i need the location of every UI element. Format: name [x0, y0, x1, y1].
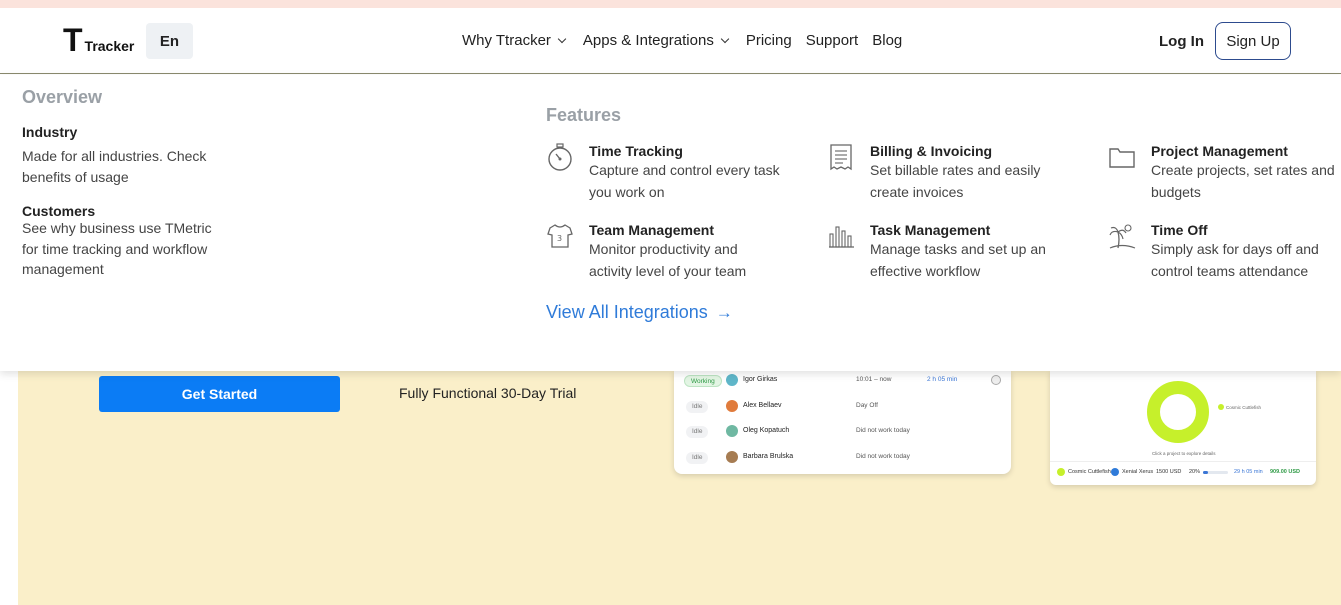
feature-name: Time Off [1151, 222, 1208, 238]
nav-blog[interactable]: Blog [872, 32, 902, 49]
duration: 29 h 05 min [1234, 469, 1263, 475]
site-header: T Tracker En Why Ttracker Apps & Integra… [0, 8, 1341, 74]
progress-bar [1203, 471, 1228, 474]
avatar [726, 400, 738, 412]
table-row: Idle Barbara Brulska Did not work today [674, 448, 1011, 468]
top-strip [0, 0, 1341, 8]
industry-link[interactable]: Industry [22, 124, 77, 140]
divider [1050, 461, 1316, 462]
feature-name: Task Management [870, 222, 991, 238]
customers-link[interactable]: Customers [22, 203, 95, 219]
feature-description: Manage tasks and set up an effective wor… [870, 241, 1046, 279]
features-title: Features [546, 105, 622, 125]
status-badge: Idle [686, 401, 709, 413]
view-all-integrations-link[interactable]: View All Integrations → [546, 302, 733, 323]
time-range: Did not work today [856, 453, 910, 460]
arrow-right-icon: → [715, 302, 733, 322]
day-off-text: Day Off [856, 402, 878, 409]
feature-name: Team Management [589, 222, 714, 238]
feature-description: Capture and control every task you work … [589, 162, 780, 200]
person-name: Alex Bellaev [743, 402, 782, 409]
table-row: Idle Alex Bellaev Day Off [674, 397, 1011, 417]
feature-description: Create projects, set rates and budgets [1151, 162, 1335, 200]
logo-letter: T [63, 22, 83, 58]
nav-label: Blog [872, 32, 903, 49]
view-all-label: View All Integrations [546, 302, 708, 322]
nav-label: Apps & Integrations [582, 32, 714, 49]
project-summary-card: Cosmic Cuttlefish Click a project to exp… [1050, 371, 1316, 485]
avatar [726, 374, 738, 386]
status-badge: Idle [686, 426, 709, 438]
jersey-icon: 3 [547, 224, 573, 248]
logo[interactable]: T Tracker [63, 22, 135, 58]
percent: 20% [1189, 469, 1201, 475]
industry-description: Made for all industries. Check benefits … [22, 148, 207, 185]
nav-support[interactable]: Support [806, 32, 859, 49]
feature-description: Monitor productivity and activity level … [589, 241, 747, 279]
customers-description: See why business use TMetric for time tr… [22, 220, 212, 277]
trial-text: Fully Functional 30-Day Trial [399, 385, 577, 401]
project-name: Xenial Xerus [1122, 469, 1154, 475]
person-name: Oleg Kopatuch [743, 427, 790, 434]
folder-icon [1109, 148, 1135, 168]
table-row: Working Igor Girkas 10:01 – now 2 h 05 m… [674, 371, 1011, 391]
avatar [726, 425, 738, 437]
feature-name: Project Management [1151, 143, 1288, 159]
amount: 909.00 USD [1270, 469, 1300, 475]
chart-caption: Click a project to explore details [1152, 451, 1216, 456]
status-badge: Working [684, 375, 722, 387]
nav-apps-integrations[interactable]: Apps & Integrations [582, 32, 730, 49]
duration: 2 h 05 min [927, 376, 958, 383]
language-button[interactable]: En [146, 23, 193, 59]
nav-label: Support [805, 32, 859, 49]
legend-label: Cosmic Cuttlefish [1226, 405, 1262, 410]
project-dot [1111, 468, 1119, 476]
table-row: Idle Oleg Kopatuch Did not work today [674, 422, 1011, 442]
status-badge: Idle [686, 452, 709, 464]
donut-chart [1147, 381, 1209, 443]
overview-title: Overview [22, 87, 103, 107]
bar-chart-icon [829, 226, 854, 248]
nav-why-ttracker[interactable]: Why Ttracker [462, 32, 567, 49]
nav-label: Why Ttracker [462, 32, 551, 49]
person-name: Igor Girkas [743, 376, 778, 383]
main-nav: Why Ttracker Apps & Integrations Pricing… [462, 32, 916, 49]
chevron-down-icon [720, 34, 730, 44]
person-name: Barbara Brulska [743, 453, 794, 460]
feature-name: Time Tracking [589, 143, 683, 159]
logo-word: Tracker [84, 38, 135, 54]
budget: 1500 USD [1156, 469, 1182, 475]
invoice-icon [830, 144, 852, 171]
signup-button[interactable]: Sign Up [1215, 22, 1291, 60]
nav-pricing[interactable]: Pricing [746, 32, 792, 49]
feature-name: Billing & Invoicing [870, 143, 993, 159]
login-link[interactable]: Log In [1159, 33, 1204, 50]
project-name: Cosmic Cuttlefish [1068, 469, 1111, 475]
avatar [726, 451, 738, 463]
time-range: 10:01 – now [856, 376, 892, 383]
time-range: Did not work today [856, 427, 910, 434]
team-status-card: Working Igor Girkas 10:01 – now 2 h 05 m… [674, 371, 1011, 474]
get-started-button[interactable]: Get Started [99, 376, 340, 412]
why-ttracker-dropdown: Overview Industry Made for all industrie… [0, 75, 1341, 371]
legend-dot [1218, 404, 1224, 410]
progress-fill [1203, 471, 1208, 474]
nav-label: Pricing [745, 32, 792, 49]
chevron-down-icon [557, 34, 567, 44]
svg-text:3: 3 [557, 234, 562, 243]
stopwatch-icon [548, 143, 572, 171]
palm-tree-icon [1109, 224, 1136, 249]
project-dot [1057, 468, 1065, 476]
feature-description: Set billable rates and easily create inv… [870, 162, 1041, 200]
feature-description: Simply ask for days off and control team… [1151, 241, 1319, 279]
stop-timer-icon[interactable] [991, 375, 1001, 385]
